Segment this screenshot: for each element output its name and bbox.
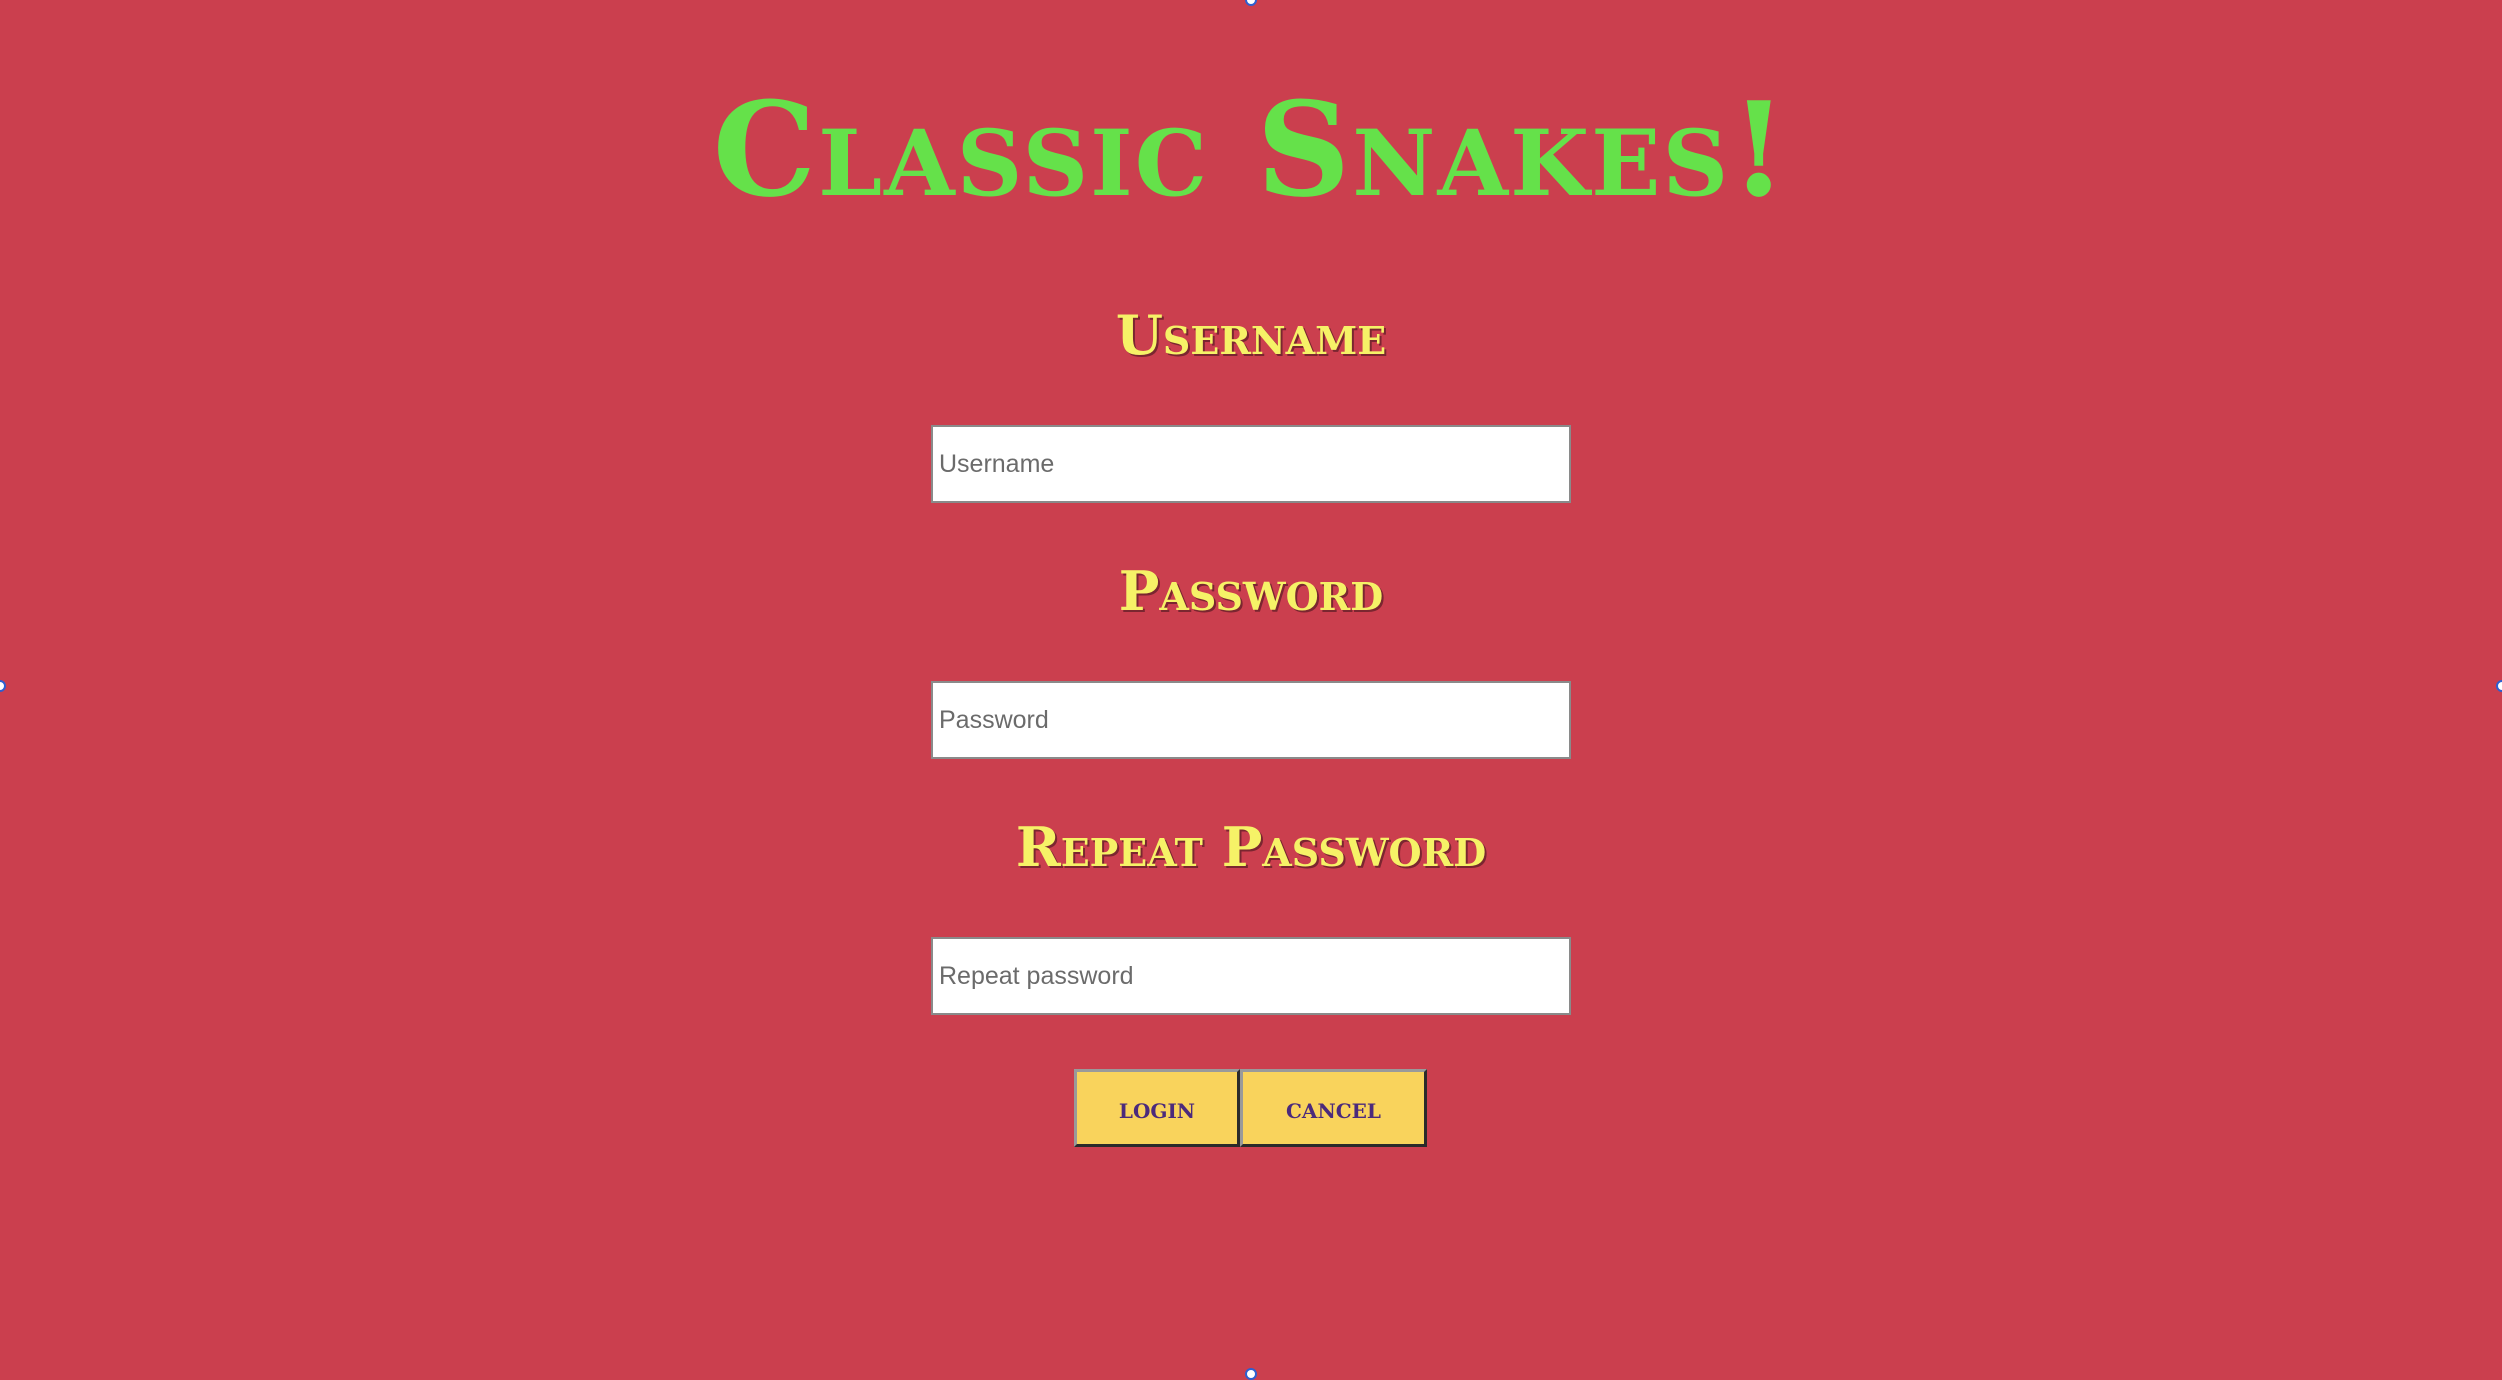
username-input[interactable] [931,425,1571,503]
page-title: Classic Snakes! [712,73,1790,226]
password-input[interactable] [931,681,1571,759]
resize-handle-left-icon[interactable] [0,680,6,692]
resize-handle-bottom-icon[interactable] [1245,1368,1257,1380]
cancel-button[interactable]: cancel [1240,1069,1427,1147]
repeat-password-label: Repeat Password [1015,815,1487,879]
username-label: Username [1115,303,1387,367]
form-buttons: login cancel [1074,1069,1427,1147]
resize-handle-right-icon[interactable] [2496,680,2502,692]
login-button[interactable]: login [1074,1069,1240,1147]
repeat-password-input[interactable] [931,937,1571,1015]
resize-handle-top-icon[interactable] [1245,0,1257,6]
password-label: Password [1118,559,1384,623]
